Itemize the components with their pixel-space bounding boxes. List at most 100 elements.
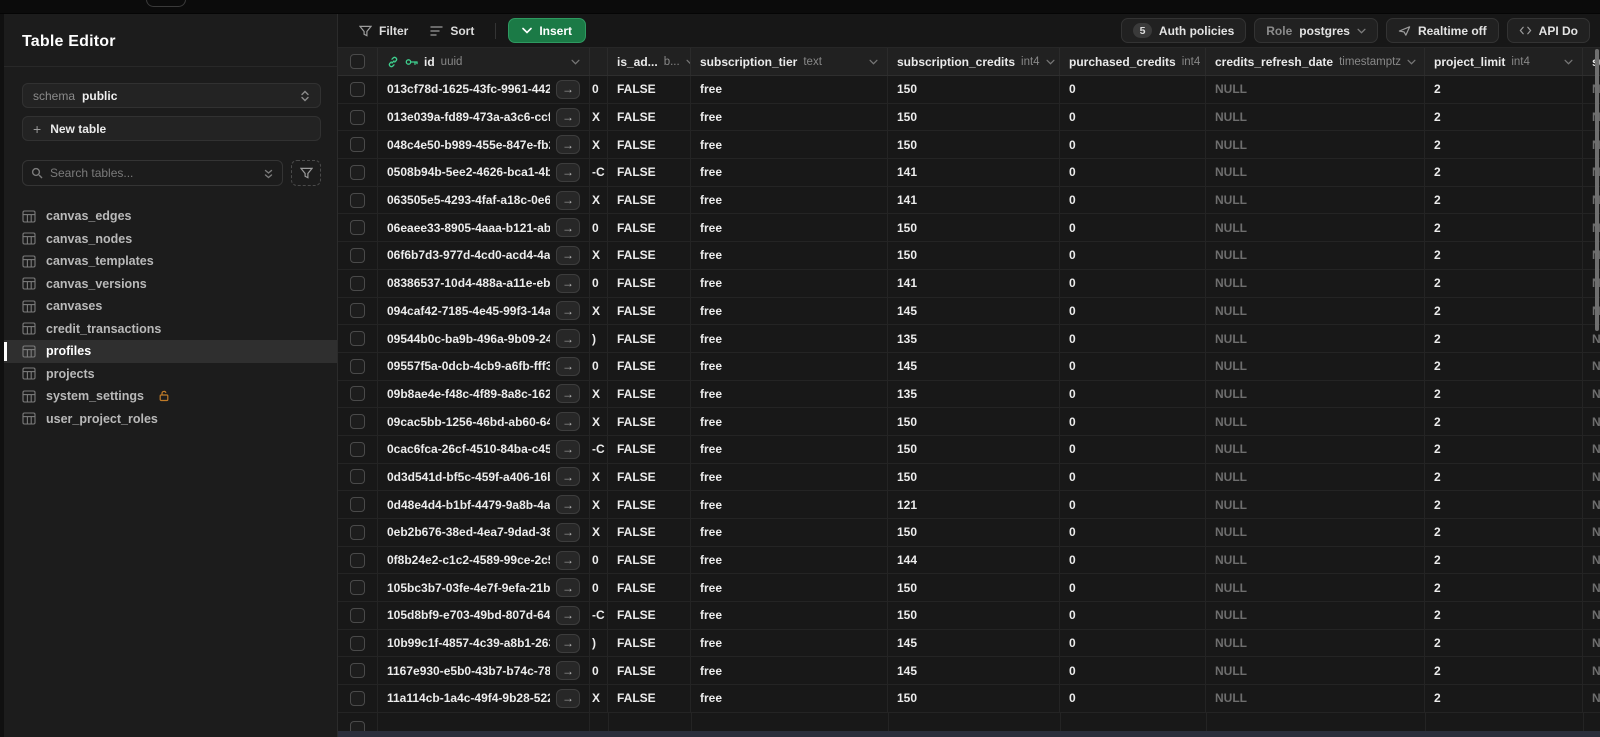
sort-button[interactable]: Sort <box>421 20 483 42</box>
row-checkbox[interactable] <box>350 690 365 706</box>
cell-is-admin[interactable]: FALSE <box>608 602 691 629</box>
cell-purchased-credits[interactable]: 0 <box>1060 435 1206 463</box>
cell-su[interactable]: N <box>1583 547 1600 574</box>
cell-truncated[interactable]: -C <box>590 602 608 629</box>
cell-subscription-credits[interactable]: 141 <box>888 159 1060 186</box>
cell-project-limit[interactable]: 2 <box>1425 214 1583 242</box>
cell-subscription-credits[interactable]: 150 <box>888 435 1060 463</box>
cell-is-admin[interactable]: FALSE <box>608 463 691 491</box>
expand-row-button[interactable]: → <box>556 412 580 432</box>
cell-credits-refresh-date[interactable]: NULL <box>1206 519 1425 546</box>
cell-purchased-credits[interactable]: 0 <box>1060 103 1206 131</box>
sidebar-item-user_project_roles[interactable]: user_project_roles <box>4 408 337 431</box>
cell-is-admin[interactable]: FALSE <box>608 519 691 546</box>
cell-is-admin[interactable]: FALSE <box>608 76 691 103</box>
cell-truncated[interactable]: X <box>590 242 608 269</box>
expand-row-button[interactable]: → <box>556 273 580 293</box>
expand-row-button[interactable]: → <box>556 633 580 653</box>
cell-credits-refresh-date[interactable]: NULL <box>1206 352 1425 380</box>
sidebar-item-canvas_nodes[interactable]: canvas_nodes <box>4 228 337 251</box>
cell-subscription-tier[interactable]: free <box>691 76 888 103</box>
sidebar-item-credit_transactions[interactable]: credit_transactions <box>4 318 337 341</box>
column-header-purchased-credits[interactable]: purchased_credits int4 <box>1060 48 1206 75</box>
sidebar-item-canvas_versions[interactable]: canvas_versions <box>4 273 337 296</box>
cell-project-limit[interactable]: 2 <box>1425 242 1583 269</box>
cell-subscription-tier[interactable]: free <box>691 574 888 602</box>
cell-subscription-credits[interactable]: 150 <box>888 685 1060 712</box>
cell-subscription-credits[interactable]: 144 <box>888 546 1060 574</box>
cell-credits-refresh-date[interactable]: NULL <box>1206 546 1425 574</box>
cell-subscription-tier[interactable]: free <box>691 463 888 491</box>
cell-subscription-credits[interactable]: 135 <box>888 380 1060 408</box>
cell-su[interactable]: N <box>1583 464 1600 491</box>
cell-truncated[interactable]: X <box>590 463 608 491</box>
cell-credits-refresh-date[interactable]: NULL <box>1206 325 1425 352</box>
cell-project-limit[interactable]: 2 <box>1425 435 1583 463</box>
expand-row-button[interactable]: → <box>556 495 580 515</box>
column-header-credits-refresh-date[interactable]: credits_refresh_date timestamptz <box>1206 48 1425 75</box>
cell-credits-refresh-date[interactable]: NULL <box>1206 435 1425 463</box>
cell-su[interactable]: N <box>1583 630 1600 657</box>
cell-credits-refresh-date[interactable]: NULL <box>1206 103 1425 131</box>
cell-truncated[interactable]: X <box>590 186 608 214</box>
cell-su[interactable]: N <box>1583 574 1600 601</box>
cell-subscription-credits[interactable]: 150 <box>888 602 1060 629</box>
expand-row-button[interactable]: → <box>556 661 580 681</box>
api-docs-button[interactable]: API Do <box>1506 18 1590 43</box>
cell-id[interactable]: 08386537-10d4-488a-a11e-eb5a6... → <box>378 269 590 297</box>
expand-row-button[interactable]: → <box>556 578 580 598</box>
sidebar-item-canvas_edges[interactable]: canvas_edges <box>4 205 337 228</box>
expand-row-button[interactable]: → <box>556 162 580 182</box>
cell-subscription-tier[interactable]: free <box>691 159 888 186</box>
cell-id[interactable]: 06f6b7d3-977d-4cd0-acd4-4a78... → <box>378 242 590 269</box>
cell-truncated[interactable]: 0 <box>590 657 608 685</box>
row-checkbox[interactable] <box>350 275 365 291</box>
expand-row-button[interactable]: → <box>556 356 580 376</box>
cell-project-limit[interactable]: 2 <box>1425 574 1583 602</box>
cell-project-limit[interactable]: 2 <box>1425 297 1583 325</box>
cell-subscription-tier[interactable]: free <box>691 408 888 435</box>
cell-purchased-credits[interactable]: 0 <box>1060 380 1206 408</box>
cell-id[interactable]: 013cf78d-1625-43fc-9961-442189... → <box>378 76 590 103</box>
cell-project-limit[interactable]: 2 <box>1425 629 1583 657</box>
cell-subscription-credits[interactable]: 150 <box>888 131 1060 159</box>
cell-credits-refresh-date[interactable]: NULL <box>1206 242 1425 269</box>
cell-credits-refresh-date[interactable]: NULL <box>1206 186 1425 214</box>
row-checkbox[interactable] <box>350 469 365 485</box>
expand-row-button[interactable]: → <box>556 688 580 708</box>
expand-row-button[interactable]: → <box>556 329 580 349</box>
cell-subscription-tier[interactable]: free <box>691 242 888 269</box>
cell-is-admin[interactable]: FALSE <box>608 685 691 712</box>
cell-is-admin[interactable]: FALSE <box>608 491 691 518</box>
cell-truncated[interactable]: ) <box>590 629 608 657</box>
cell-su[interactable]: N <box>1583 657 1600 684</box>
expand-row-button[interactable]: → <box>556 467 580 487</box>
cell-su[interactable]: N <box>1583 602 1600 629</box>
cell-purchased-credits[interactable]: 0 <box>1060 76 1206 103</box>
cell-project-limit[interactable]: 2 <box>1425 463 1583 491</box>
cell-credits-refresh-date[interactable]: NULL <box>1206 657 1425 685</box>
cell-purchased-credits[interactable]: 0 <box>1060 574 1206 602</box>
cell-project-limit[interactable]: 2 <box>1425 352 1583 380</box>
sidebar-item-system_settings[interactable]: system_settings <box>4 385 337 408</box>
cell-su[interactable]: N <box>1583 519 1600 546</box>
cell-id[interactable]: 11a114cb-1a4c-49f4-9b28-52219ec... → <box>378 685 590 712</box>
cell-is-admin[interactable]: FALSE <box>608 629 691 657</box>
expand-row-button[interactable]: → <box>556 218 580 238</box>
expand-row-button[interactable]: → <box>556 550 580 570</box>
cell-subscription-tier[interactable]: free <box>691 657 888 685</box>
column-header-is-admin[interactable]: is_ad... b... <box>608 48 691 75</box>
row-checkbox[interactable] <box>350 441 365 457</box>
cell-purchased-credits[interactable]: 0 <box>1060 519 1206 546</box>
cell-truncated[interactable]: 0 <box>590 352 608 380</box>
cell-id[interactable]: 10b99c1f-4857-4c39-a8b1-263b8... → <box>378 629 590 657</box>
select-all-checkbox[interactable] <box>350 54 365 69</box>
cell-purchased-credits[interactable]: 0 <box>1060 186 1206 214</box>
cell-project-limit[interactable]: 2 <box>1425 103 1583 131</box>
cell-truncated[interactable]: -C <box>590 159 608 186</box>
row-checkbox[interactable] <box>350 552 365 568</box>
cell-is-admin[interactable]: FALSE <box>608 352 691 380</box>
cell-purchased-credits[interactable]: 0 <box>1060 408 1206 435</box>
sidebar-item-canvas_templates[interactable]: canvas_templates <box>4 250 337 273</box>
cell-subscription-credits[interactable]: 150 <box>888 519 1060 546</box>
